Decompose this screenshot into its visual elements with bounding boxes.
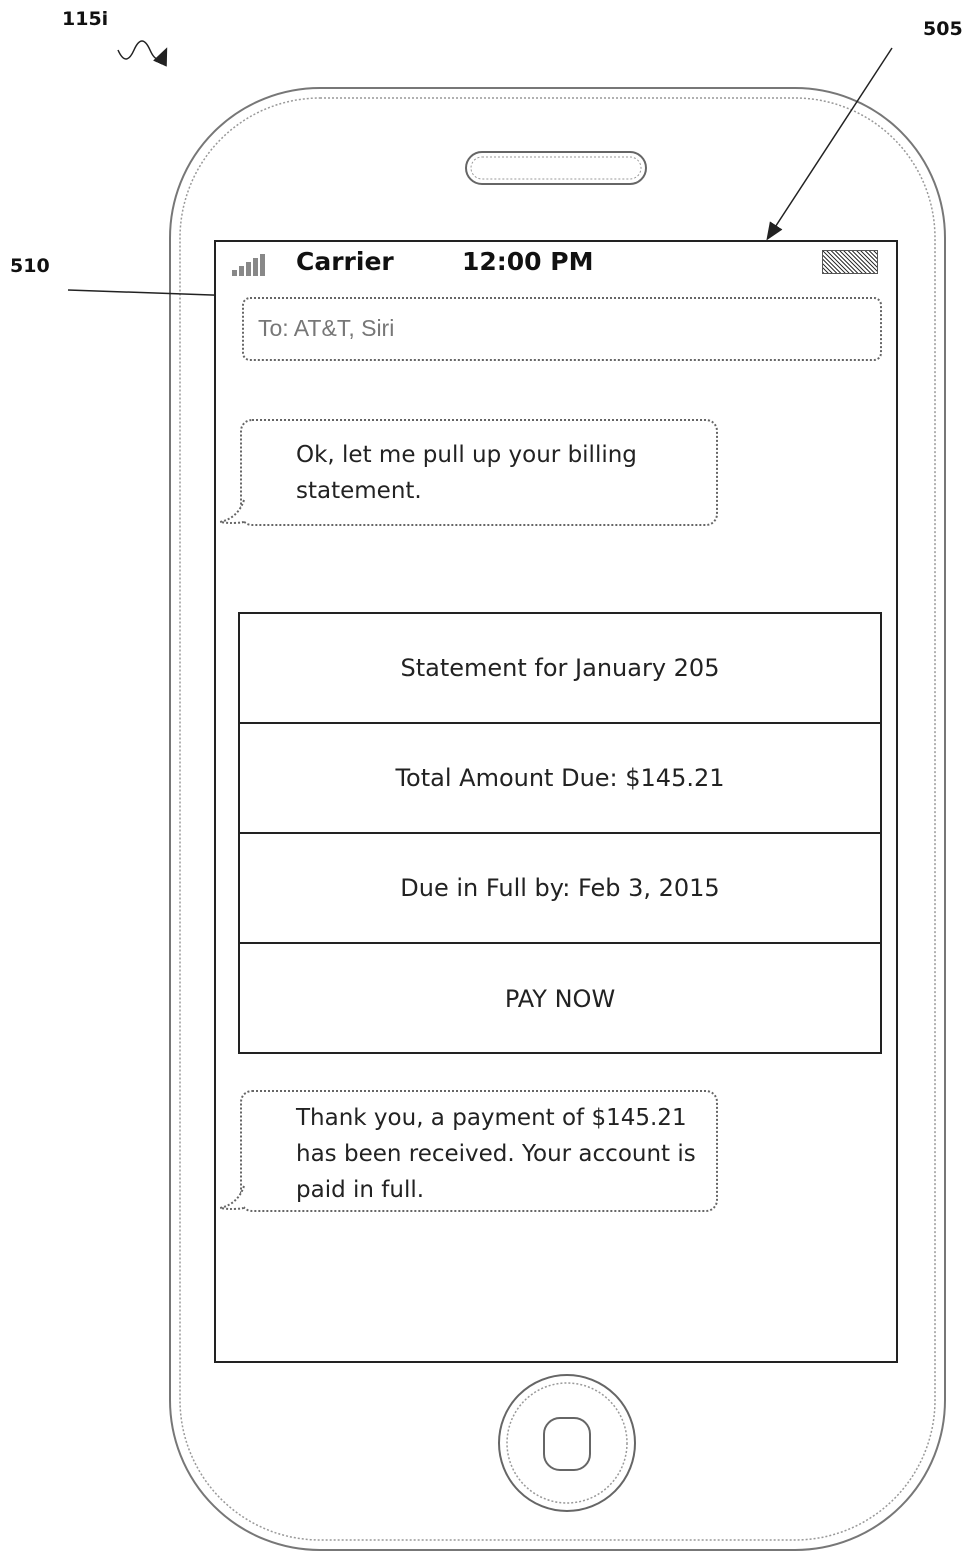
carrier-name: Carrier [296,247,394,276]
signal-bars-icon [232,254,265,276]
amount-due: Total Amount Due: $145.21 [240,724,880,834]
bubble-tail-icon [219,499,245,524]
battery-icon [822,250,878,274]
pay-now-button[interactable]: PAY NOW [240,944,880,1054]
message-line: has been received. Your account is [296,1141,696,1167]
leader-line-115i [117,40,168,67]
assistant-message-bubble: Ok, let me pull up your billing statemen… [219,419,718,526]
status-bar: Carrier 12:00 PM [216,242,896,286]
statement-title: Statement for January 205 [240,614,880,724]
message-line: Thank you, a payment of $145.21 [296,1105,687,1131]
message-line: statement. [296,478,422,504]
billing-statement-card: Statement for January 205 Total Amount D… [238,612,882,1054]
bubble-tail-icon [219,1185,245,1210]
due-date: Due in Full by: Feb 3, 2015 [240,834,880,944]
status-time: 12:00 PM [462,247,594,276]
leader-line-505 [766,47,893,241]
message-line: Ok, let me pull up your billing [296,442,637,468]
phone-screen: Carrier 12:00 PM To: AT&T, Siri Ok, let … [214,240,898,1363]
recipient-field[interactable]: To: AT&T, Siri [242,297,882,361]
message-line: paid in full. [296,1177,425,1203]
home-button-icon [498,1374,636,1512]
payment-confirmation-bubble: Thank you, a payment of $145.21 has been… [219,1090,718,1212]
